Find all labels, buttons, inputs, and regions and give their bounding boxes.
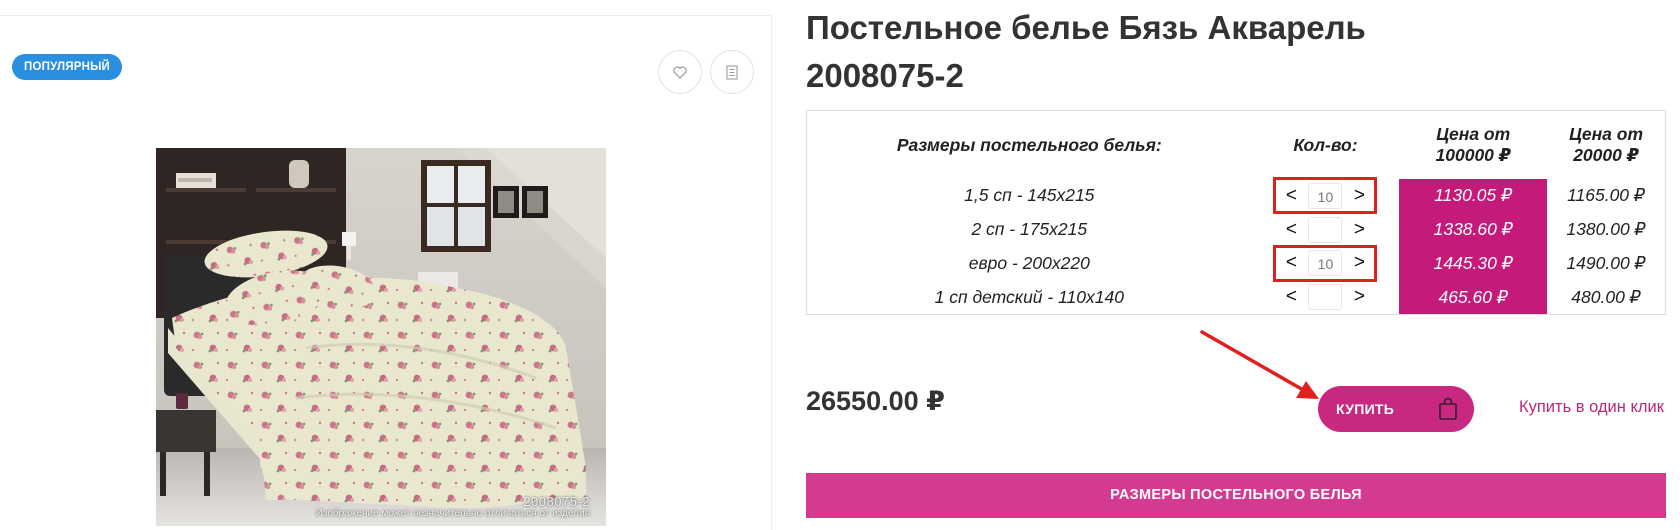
qty-cell: < > (1252, 280, 1400, 314)
photo-caption: 2008075-2 Изображение может незначительн… (315, 494, 590, 520)
price-from-20000-cell: 1165.00 ₽ (1567, 185, 1646, 206)
photo-code: 2008075-2 (523, 494, 590, 509)
price-from-100000-cell: 1338.60 ₽ (1399, 212, 1548, 247)
decrease-button[interactable]: < (1282, 185, 1300, 206)
buy-button[interactable]: КУПИТЬ (1318, 386, 1474, 432)
qty-cell: < > (1252, 213, 1400, 247)
increase-button[interactable]: > (1350, 287, 1368, 307)
product-image[interactable]: 2008075-2 Изображение может незначительн… (156, 148, 606, 526)
qty-input[interactable] (1308, 284, 1343, 311)
size-price-table: Размеры постельного белья: Кол-во: Цена … (806, 110, 1666, 315)
size-cell: 1,5 сп - 145х215 (964, 185, 1095, 206)
size-cell: 1 сп детский - 110х140 (934, 286, 1124, 307)
bedroom-photo (156, 148, 606, 526)
annotation-arrow (1200, 330, 1319, 399)
price-from-100000-cell: 1445.30 ₽ (1399, 246, 1548, 281)
size-cell: евро - 200х220 (968, 252, 1090, 273)
size-cell: 2 сп - 175х215 (971, 219, 1088, 240)
table-row: евро - 200х220 < 10 > 1445.30 ₽ 1490.00 … (807, 244, 1666, 282)
qty-input[interactable]: 10 (1308, 182, 1343, 209)
qty-input[interactable]: 10 (1308, 250, 1343, 277)
buy-button-label: КУПИТЬ (1336, 401, 1395, 417)
product-gallery: ПОПУЛЯРНЫЙ 2008075-2 Изображение может н… (0, 15, 772, 530)
decrease-button[interactable]: < (1282, 287, 1300, 307)
header-price-from-100000: Цена от 100000 ₽ (1435, 124, 1511, 165)
bedding-sizes-button[interactable]: РАЗМЕРЫ ПОСТЕЛЬНОГО БЕЛЬЯ (806, 473, 1666, 518)
table-row: 1 сп детский - 110х140 < > 465.60 ₽ 480.… (807, 280, 1666, 315)
header-price-from-20000: Цена от 20000 ₽ (1569, 124, 1644, 165)
photo-note: Изображение может незначительно отличать… (315, 508, 590, 519)
price-from-20000-cell: 1380.00 ₽ (1566, 219, 1646, 240)
header-size: Размеры постельного белья: (896, 134, 1162, 155)
decrease-button[interactable]: < (1282, 219, 1300, 240)
buy-one-click-link[interactable]: Купить в один клик (1519, 398, 1664, 417)
compare-button[interactable] (710, 50, 754, 94)
table-row: 2 сп - 175х215 < > 1338.60 ₽ 1380.00 ₽ (807, 212, 1666, 247)
compare-list-icon (726, 64, 738, 80)
qty-cell: < 10 > (1252, 244, 1400, 282)
header-qty: Кол-во: (1293, 134, 1358, 155)
increase-button[interactable]: > (1350, 185, 1368, 206)
total-price: 26550.00 ₽ (806, 386, 945, 416)
price-from-100000-cell: 465.60 ₽ (1399, 280, 1548, 315)
heart-icon (673, 65, 687, 79)
price-from-20000-cell: 480.00 ₽ (1571, 286, 1641, 307)
qty-cell: < 10 > (1252, 177, 1400, 215)
price-from-100000-cell: 1130.05 ₽ (1399, 179, 1548, 213)
qty-stepper: < > (1276, 214, 1374, 245)
favorite-button[interactable] (658, 50, 702, 94)
decrease-button[interactable]: < (1282, 253, 1300, 273)
price-from-20000-cell: 1490.00 ₽ (1566, 252, 1646, 273)
shopping-bag-icon (1439, 397, 1457, 420)
increase-button[interactable]: > (1350, 219, 1368, 240)
table-header-row: Размеры постельного белья: Кол-во: Цена … (807, 111, 1666, 180)
product-title: Постельное белье Бязь Акварель 2008075-2 (806, 9, 1366, 94)
table-row: 1,5 сп - 145х215 < 10 > 1130.05 ₽ 1165.0… (807, 177, 1666, 215)
qty-stepper: < 10 > (1273, 244, 1378, 282)
increase-button[interactable]: > (1350, 253, 1368, 273)
qty-stepper: < 10 > (1273, 177, 1378, 215)
popular-badge: ПОПУЛЯРНЫЙ (12, 54, 123, 80)
qty-stepper: < > (1276, 282, 1374, 313)
qty-input[interactable] (1308, 216, 1343, 243)
